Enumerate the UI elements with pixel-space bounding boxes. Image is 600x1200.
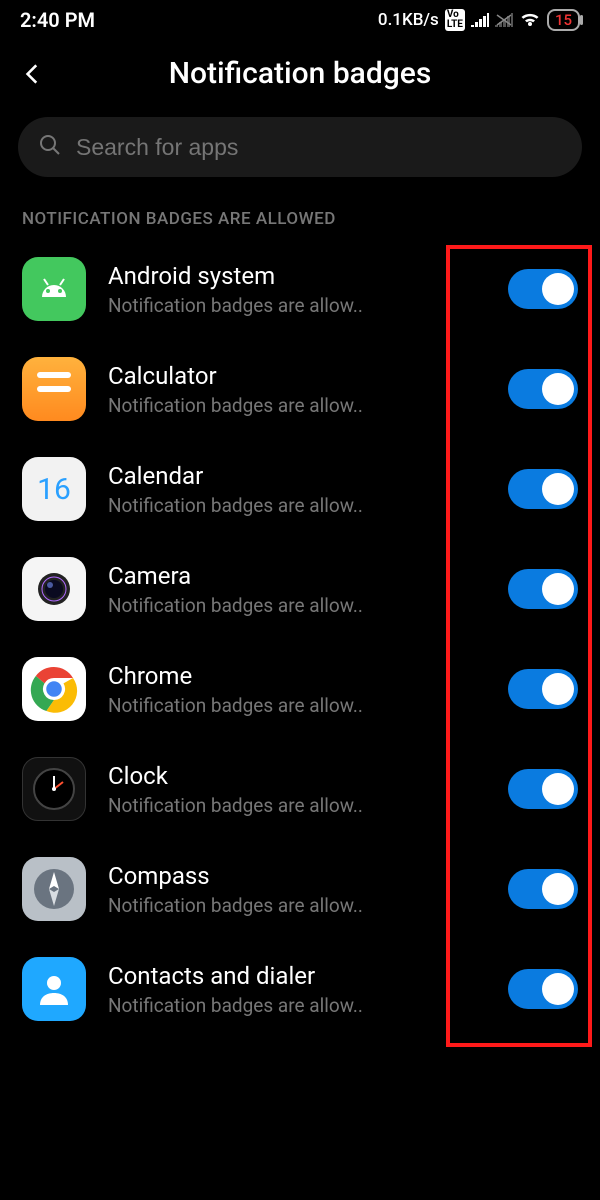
- app-sub: Notification badges are allow..: [108, 894, 486, 917]
- page-title: Notification badges: [20, 56, 580, 91]
- app-sub: Notification badges are allow..: [108, 394, 486, 417]
- list-item[interactable]: Contacts and dialer Notification badges …: [0, 939, 600, 1039]
- signal-2-icon: [495, 13, 513, 27]
- app-name: Compass: [108, 862, 486, 890]
- toggle-clock[interactable]: [508, 769, 578, 809]
- calendar-icon: 16: [22, 457, 86, 521]
- search-icon: [38, 133, 62, 161]
- chrome-icon: [22, 657, 86, 721]
- app-name: Calculator: [108, 362, 486, 390]
- app-name: Calendar: [108, 462, 486, 490]
- app-sub: Notification badges are allow..: [108, 694, 486, 717]
- app-sub: Notification badges are allow..: [108, 994, 486, 1017]
- toggle-calendar[interactable]: [508, 469, 578, 509]
- app-name: Contacts and dialer: [108, 962, 486, 990]
- status-time: 2:40 PM: [20, 8, 95, 32]
- app-text: Clock Notification badges are allow..: [108, 762, 486, 817]
- app-text: Android system Notification badges are a…: [108, 262, 486, 317]
- list-item[interactable]: 16 Calendar Notification badges are allo…: [0, 439, 600, 539]
- app-name: Chrome: [108, 662, 486, 690]
- calculator-icon: [22, 357, 86, 421]
- wifi-icon: [519, 12, 541, 28]
- status-right: 0.1KB/s VoLTE 15: [378, 9, 580, 31]
- app-text: Calendar Notification badges are allow..: [108, 462, 486, 517]
- app-sub: Notification badges are allow..: [108, 494, 486, 517]
- app-list: Android system Notification badges are a…: [0, 239, 600, 1039]
- app-text: Calculator Notification badges are allow…: [108, 362, 486, 417]
- list-item[interactable]: Clock Notification badges are allow..: [0, 739, 600, 839]
- net-speed: 0.1KB/s: [378, 10, 439, 30]
- app-text: Compass Notification badges are allow..: [108, 862, 486, 917]
- signal-1-icon: [471, 13, 489, 27]
- app-name: Camera: [108, 562, 486, 590]
- android-icon: [22, 257, 86, 321]
- compass-icon: [22, 857, 86, 921]
- app-name: Clock: [108, 762, 486, 790]
- battery-icon: 15: [547, 9, 580, 31]
- header: Notification badges: [0, 34, 600, 111]
- camera-icon: [22, 557, 86, 621]
- app-sub: Notification badges are allow..: [108, 294, 486, 317]
- app-sub: Notification badges are allow..: [108, 594, 486, 617]
- list-item[interactable]: Android system Notification badges are a…: [0, 239, 600, 339]
- toggle-contacts[interactable]: [508, 969, 578, 1009]
- app-text: Contacts and dialer Notification badges …: [108, 962, 486, 1017]
- list-item[interactable]: Compass Notification badges are allow..: [0, 839, 600, 939]
- search-field[interactable]: [18, 117, 582, 177]
- toggle-compass[interactable]: [508, 869, 578, 909]
- search-input[interactable]: [76, 134, 562, 161]
- toggle-calculator[interactable]: [508, 369, 578, 409]
- app-text: Camera Notification badges are allow..: [108, 562, 486, 617]
- app-sub: Notification badges are allow..: [108, 794, 486, 817]
- section-label: NOTIFICATION BADGES ARE ALLOWED: [0, 195, 600, 239]
- toggle-camera[interactable]: [508, 569, 578, 609]
- list-item[interactable]: Camera Notification badges are allow..: [0, 539, 600, 639]
- toggle-android[interactable]: [508, 269, 578, 309]
- list-item[interactable]: Chrome Notification badges are allow..: [0, 639, 600, 739]
- toggle-chrome[interactable]: [508, 669, 578, 709]
- status-bar: 2:40 PM 0.1KB/s VoLTE 15: [0, 0, 600, 34]
- clock-icon: [22, 757, 86, 821]
- contacts-icon: [22, 957, 86, 1021]
- app-text: Chrome Notification badges are allow..: [108, 662, 486, 717]
- list-item[interactable]: Calculator Notification badges are allow…: [0, 339, 600, 439]
- app-name: Android system: [108, 262, 486, 290]
- volte-icon: VoLTE: [445, 9, 465, 31]
